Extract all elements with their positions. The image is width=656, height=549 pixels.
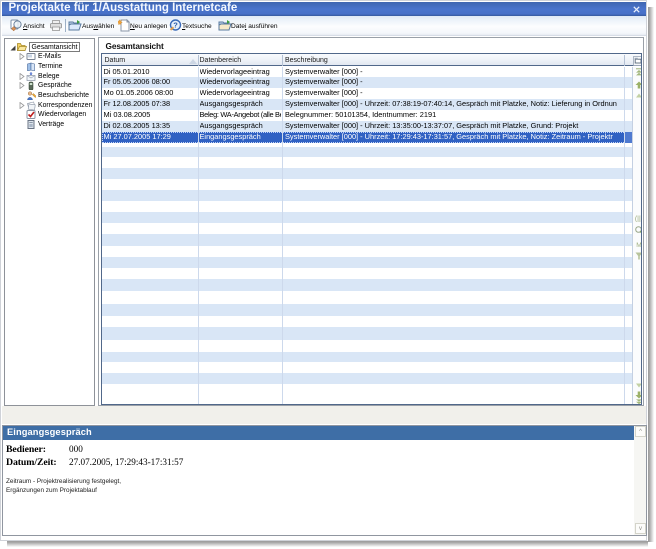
- svg-text:(||): (||): [635, 216, 642, 222]
- svg-text:M: M: [636, 242, 641, 248]
